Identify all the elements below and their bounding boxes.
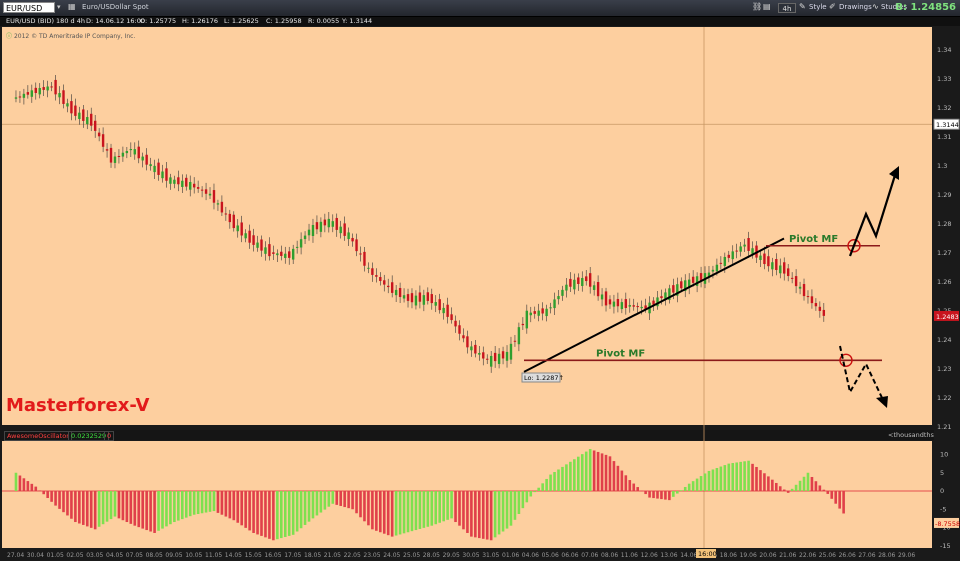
oscillator-area[interactable]	[2, 441, 932, 548]
toolbar: EUR/USD ▾ ▦ Euro/USDollar Spot ⛓ ▤ 4h ✎ …	[0, 0, 960, 17]
ohlc-info-bar: EUR/USD (BID) 180 d 4h D: 14.06.12 16:00…	[0, 17, 960, 26]
info-icon: ⓘ	[6, 33, 13, 40]
timeframe-button[interactable]: 4h	[778, 3, 796, 13]
info-low: L: 1.25625	[224, 17, 259, 25]
time-axis	[0, 548, 960, 561]
style-icon: ✎	[799, 2, 806, 11]
style-button[interactable]: Style	[809, 3, 827, 11]
symbol-description: Euro/USDollar Spot	[82, 3, 149, 11]
symbol-input[interactable]: EUR/USD	[3, 2, 55, 13]
oscillator-extra: 0	[104, 431, 115, 441]
info-high: H: 1.26176	[182, 17, 219, 25]
oscillator-name[interactable]: AwesomeOscillator	[4, 431, 72, 441]
oscillator-header: AwesomeOscillator 0.0232529 0 <thousandt…	[0, 430, 960, 441]
drawings-icon: ✐	[829, 2, 836, 11]
info-close: C: 1.25958	[266, 17, 302, 25]
chart-icon[interactable]: ▤	[763, 2, 771, 11]
info-date: D: 14.06.12 16:00	[86, 17, 146, 25]
watermark-text: Masterforex-V	[6, 395, 150, 416]
price-chart-area[interactable]	[2, 27, 932, 425]
grid-icon[interactable]: ▦	[68, 2, 76, 11]
studies-icon: ∿	[872, 2, 879, 11]
copyright-text: ⓘ 2012 © TD Ameritrade IP Company, Inc.	[6, 33, 136, 40]
price-axis	[934, 27, 960, 548]
info-y: Y: 1.3144	[342, 17, 373, 25]
drawings-button[interactable]: Drawings	[839, 3, 872, 11]
series-name: EUR/USD (BID) 180 d 4h	[6, 17, 85, 25]
info-range: R: 0.0055	[308, 17, 340, 25]
link-icon[interactable]: ⛓	[752, 2, 762, 11]
chevron-down-icon[interactable]: ▾	[57, 3, 61, 11]
oscillator-value: 0.0232529	[68, 431, 110, 441]
info-open: O: 1.25775	[140, 17, 177, 25]
bid-price: B: 1.24856	[895, 2, 956, 13]
